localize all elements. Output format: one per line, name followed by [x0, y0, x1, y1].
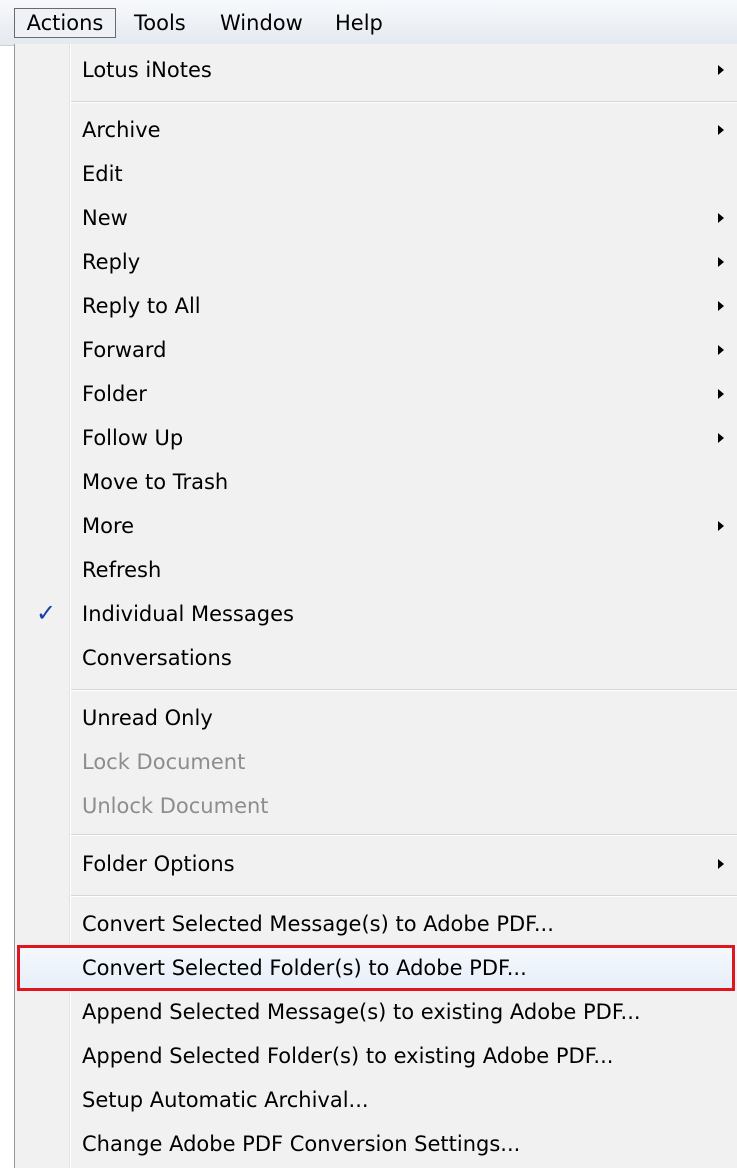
- menu-window[interactable]: Window: [220, 8, 303, 38]
- menu-actions[interactable]: Actions: [14, 8, 116, 38]
- menu-help[interactable]: Help: [335, 8, 383, 38]
- menu-item-label: More: [82, 514, 135, 538]
- menu-item-follow-up[interactable]: Follow Up: [15, 416, 737, 460]
- menu-item-convert-messages-pdf[interactable]: Convert Selected Message(s) to Adobe PDF…: [15, 902, 737, 946]
- menu-item-edit[interactable]: Edit: [15, 152, 737, 196]
- menu-item-unlock-document: Unlock Document: [15, 784, 737, 828]
- menu-item-label: Lock Document: [82, 750, 246, 774]
- checkmark-icon: ✓: [35, 599, 57, 627]
- menu-item-label: Archive: [82, 118, 161, 142]
- menu-item-append-messages-pdf[interactable]: Append Selected Message(s) to existing A…: [15, 990, 737, 1034]
- menu-separator: [71, 101, 737, 103]
- menu-item-forward[interactable]: Forward: [15, 328, 737, 372]
- menu-item-setup-archival[interactable]: Setup Automatic Archival...: [15, 1078, 737, 1122]
- menu-item-folder-options[interactable]: Folder Options: [15, 842, 737, 886]
- submenu-arrow-icon: [718, 345, 724, 355]
- menu-item-lotus-inotes[interactable]: Lotus iNotes: [15, 48, 737, 92]
- menu-item-reply[interactable]: Reply: [15, 240, 737, 284]
- menu-separator: [71, 895, 737, 897]
- highlight-outline: [17, 945, 735, 991]
- submenu-arrow-icon: [718, 213, 724, 223]
- submenu-arrow-icon: [718, 859, 724, 869]
- menu-item-move-to-trash[interactable]: Move to Trash: [15, 460, 737, 504]
- menu-tools[interactable]: Tools: [134, 8, 186, 38]
- menu-item-label: Edit: [82, 162, 123, 186]
- menu-item-label: Reply to All: [82, 294, 201, 318]
- menu-item-label: New: [82, 206, 128, 230]
- menu-item-folder[interactable]: Folder: [15, 372, 737, 416]
- menu-item-reply-to-all[interactable]: Reply to All: [15, 284, 737, 328]
- submenu-arrow-icon: [718, 301, 724, 311]
- menu-separator: [71, 834, 737, 836]
- menu-item-label: Reply: [82, 250, 141, 274]
- menu-item-label: Folder Options: [82, 852, 235, 876]
- submenu-arrow-icon: [718, 521, 724, 531]
- menu-item-label: Lotus iNotes: [82, 58, 212, 82]
- menu-item-label: Follow Up: [82, 426, 184, 450]
- menu-item-pdf-settings[interactable]: Change Adobe PDF Conversion Settings...: [15, 1122, 737, 1166]
- menu-item-more[interactable]: More: [15, 504, 737, 548]
- menu-item-label: Unread Only: [82, 706, 213, 730]
- menu-item-label: Forward: [82, 338, 167, 362]
- menu-item-conversations[interactable]: Conversations: [15, 636, 737, 680]
- submenu-arrow-icon: [718, 125, 724, 135]
- submenu-arrow-icon: [718, 65, 724, 75]
- menu-item-unread-only[interactable]: Unread Only: [15, 696, 737, 740]
- menu-item-refresh[interactable]: Refresh: [15, 548, 737, 592]
- menu-item-label: Convert Selected Message(s) to Adobe PDF…: [82, 912, 554, 936]
- menu-item-label: Append Selected Folder(s) to existing Ad…: [82, 1044, 614, 1068]
- menu-separator: [71, 689, 737, 691]
- menu-item-label: Unlock Document: [82, 794, 269, 818]
- submenu-arrow-icon: [718, 389, 724, 399]
- menu-item-individual-messages[interactable]: ✓ Individual Messages: [15, 592, 737, 636]
- submenu-arrow-icon: [718, 257, 724, 267]
- submenu-arrow-icon: [718, 433, 724, 443]
- menu-item-label: Individual Messages: [82, 602, 294, 626]
- menu-item-label: Refresh: [82, 558, 162, 582]
- menu-item-label: Folder: [82, 382, 147, 406]
- menu-item-label: Append Selected Message(s) to existing A…: [82, 1000, 641, 1024]
- menu-item-label: Setup Automatic Archival...: [82, 1088, 369, 1112]
- menu-item-append-folders-pdf[interactable]: Append Selected Folder(s) to existing Ad…: [15, 1034, 737, 1078]
- menu-item-label: Move to Trash: [82, 470, 229, 494]
- actions-dropdown-menu: Lotus iNotes Archive Edit New Reply Repl…: [14, 44, 737, 1168]
- menu-item-label: Change Adobe PDF Conversion Settings...: [82, 1132, 521, 1156]
- menu-bar: Actions Tools Window Help: [0, 0, 737, 46]
- menu-item-lock-document: Lock Document: [15, 740, 737, 784]
- menu-item-new[interactable]: New: [15, 196, 737, 240]
- menu-item-archive[interactable]: Archive: [15, 108, 737, 152]
- menu-item-label: Conversations: [82, 646, 232, 670]
